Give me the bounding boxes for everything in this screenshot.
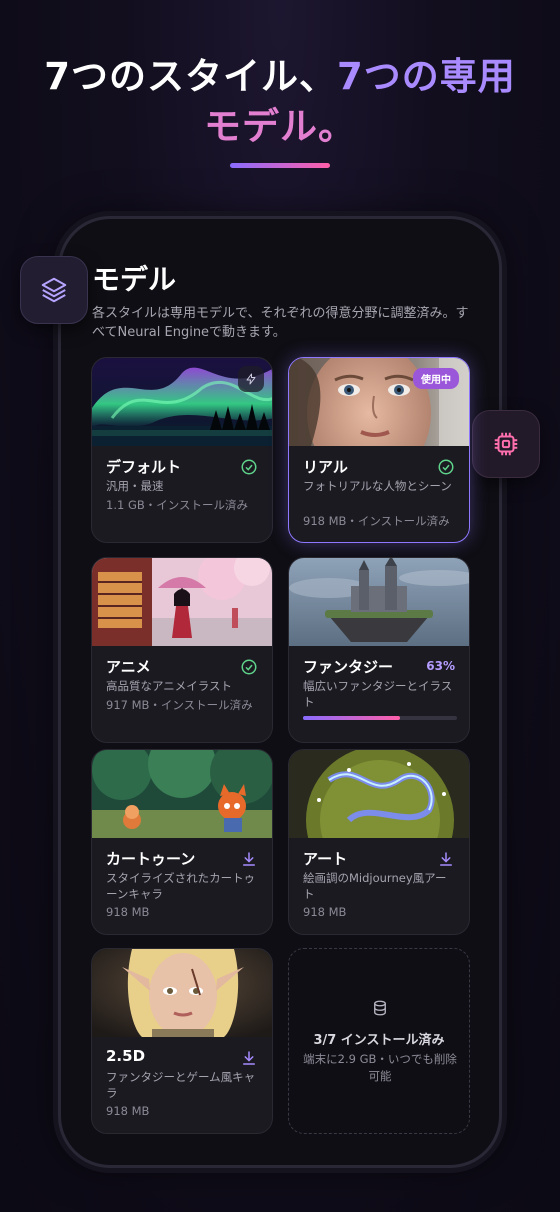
model-description: ファンタジーとゲーム風キャラ: [106, 1070, 256, 1100]
model-description: 幅広いファンタジーとイラスト: [303, 679, 453, 709]
check-circle-icon: [438, 459, 454, 475]
download-icon[interactable]: [437, 850, 455, 868]
in-use-badge: 使用中: [413, 368, 459, 389]
model-card-2-5d[interactable]: 2.5D ファンタジーとゲーム風キャラ 918 MB: [91, 948, 273, 1134]
check-circle-icon: [241, 459, 257, 475]
model-card-cartoon[interactable]: カートゥーン スタイライズされたカートゥーンキャラ 918 MB: [91, 749, 273, 935]
model-name: カートゥーン: [106, 850, 196, 868]
headline-underline: [230, 163, 330, 168]
layers-badge: [20, 256, 88, 324]
model-size: 918 MB: [303, 905, 347, 919]
model-size: 918 MB: [106, 905, 150, 919]
database-icon: [374, 1000, 386, 1016]
install-summary-card: 3/7 インストール済み 端末に2.9 GB・いつでも削除可能: [288, 948, 470, 1134]
model-card-default[interactable]: デフォルト 汎用・最速 1.1 GB・インストール済み: [91, 357, 273, 543]
install-summary-title: 3/7 インストール済み: [313, 1033, 445, 1048]
art-preview-image: [289, 750, 469, 838]
2-5d-preview-image: [92, 949, 272, 1037]
model-name: 2.5D: [106, 1047, 146, 1065]
model-name: ファンタジー: [303, 658, 394, 676]
download-progress-bar: [303, 716, 457, 720]
install-summary-subtitle: 端末に2.9 GB・いつでも削除可能: [303, 1052, 457, 1083]
fast-chip: [238, 366, 264, 392]
page-title: モデル: [92, 263, 177, 296]
model-size: 917 MB・インストール済み: [106, 698, 253, 712]
model-name: リアル: [303, 458, 348, 476]
download-icon[interactable]: [240, 1049, 258, 1067]
model-card-fantasy[interactable]: ファンタジー 63% 幅広いファンタジーとイラスト: [288, 557, 470, 743]
model-size: 918 MB・インストール済み: [303, 514, 450, 528]
chip-badge: [472, 410, 540, 478]
download-progress-fill: [303, 716, 401, 720]
bolt-icon: [246, 373, 256, 385]
headline-line-2: モデル。: [204, 105, 356, 148]
headline-part-accent: 7つの専用: [337, 55, 516, 98]
anime-preview-image: [92, 558, 272, 646]
model-card-anime[interactable]: アニメ 高品質なアニメイラスト 917 MB・インストール済み: [91, 557, 273, 743]
download-percent: 63%: [426, 659, 455, 673]
model-description: スタイライズされたカートゥーンキャラ: [106, 871, 256, 901]
chip-icon: [494, 432, 518, 456]
layers-icon: [41, 277, 67, 303]
model-name: デフォルト: [106, 458, 182, 476]
model-size: 918 MB: [106, 1104, 150, 1118]
model-card-art[interactable]: アート 絵画調のMidjourney風アート 918 MB: [288, 749, 470, 935]
model-description: 汎用・最速: [106, 479, 164, 493]
cartoon-preview-image: [92, 750, 272, 838]
model-name: アート: [303, 850, 348, 868]
page-subtitle: 各スタイルは専用モデルで、それぞれの得意分野に調整済み。すべてNeural En…: [92, 306, 469, 340]
fantasy-preview-image: [289, 558, 469, 646]
model-description: 絵画調のMidjourney風アート: [303, 871, 447, 901]
model-size: 1.1 GB・インストール済み: [106, 498, 249, 512]
check-circle-icon: [241, 659, 257, 675]
model-name: アニメ: [106, 658, 151, 676]
download-icon[interactable]: [240, 850, 258, 868]
model-description: 高品質なアニメイラスト: [106, 679, 233, 693]
headline-part-white: 7つのスタイル、: [44, 55, 337, 98]
marketing-headline: 7つのスタイル、7つの専用 モデル。: [0, 52, 560, 152]
model-description: フォトリアルな人物とシーン: [303, 479, 452, 493]
model-card-real[interactable]: 使用中 リアル フォトリアルな人物とシーン 918 MB・インストール済み: [288, 357, 470, 543]
